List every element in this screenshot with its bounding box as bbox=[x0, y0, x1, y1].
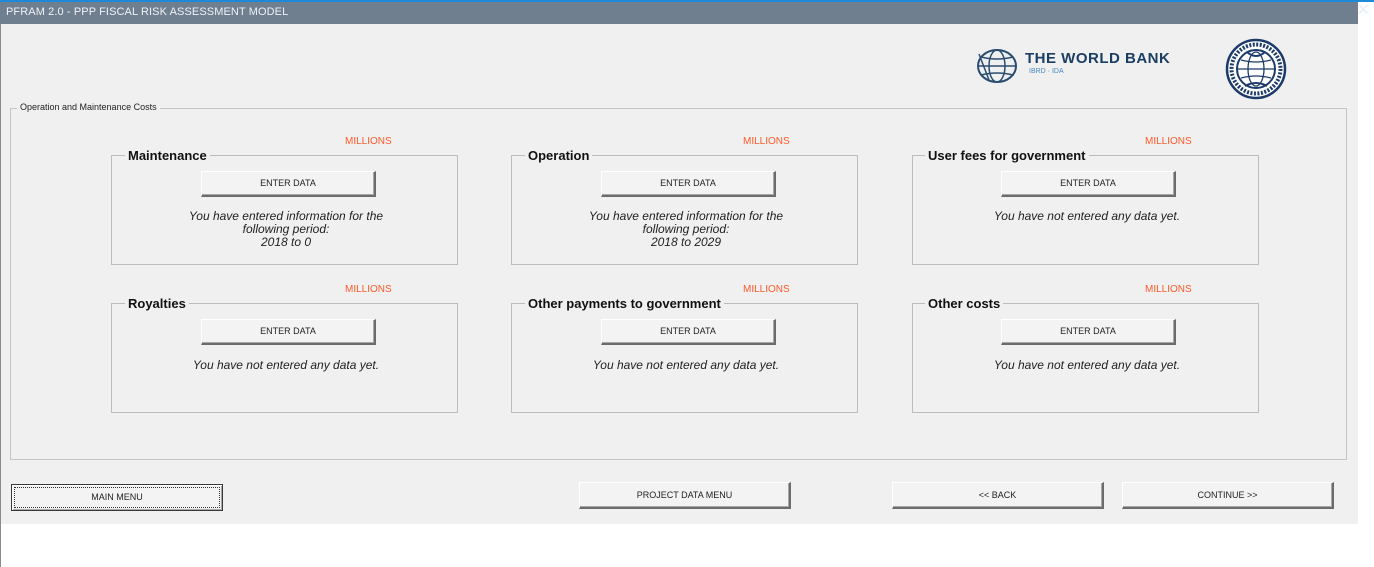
imf-seal-logo bbox=[1225, 38, 1287, 100]
main-menu-button[interactable]: MAIN MENU bbox=[11, 484, 223, 511]
continue-button[interactable]: CONTINUE >> bbox=[1122, 482, 1334, 509]
user-fees-enter-data-button[interactable]: ENTER DATA bbox=[1001, 171, 1176, 197]
user-fees-unit-label: MILLIONS bbox=[1145, 136, 1192, 147]
royalties-status-text: You have not entered any data yet. bbox=[192, 358, 380, 372]
other-payments-enter-data-button[interactable]: ENTER DATA bbox=[601, 319, 776, 345]
royalties-unit-label: MILLIONS bbox=[345, 284, 392, 295]
world-bank-logo: THE WORLD BANK IBRD · IDA bbox=[975, 44, 1215, 94]
other-costs-enter-data-button[interactable]: ENTER DATA bbox=[1001, 319, 1176, 345]
globe-icon bbox=[977, 49, 1017, 83]
other-payments-unit-label: MILLIONS bbox=[743, 284, 790, 295]
other-costs-title: Other costs bbox=[925, 296, 1004, 311]
project-data-menu-button[interactable]: PROJECT DATA MENU bbox=[579, 482, 791, 509]
form-panel: THE WORLD BANK IBRD · IDA Operation and … bbox=[1, 24, 1358, 524]
title-bar[interactable]: PFRAM 2.0 - PPP FISCAL RISK ASSESSMENT M… bbox=[0, 2, 1358, 24]
group-label: Operation and Maintenance Costs bbox=[17, 102, 160, 112]
world-bank-subtitle: IBRD · IDA bbox=[1029, 68, 1064, 75]
operation-status-text: You have entered information for the fol… bbox=[588, 209, 784, 249]
royalties-title: Royalties bbox=[125, 296, 189, 311]
back-button[interactable]: << BACK bbox=[892, 482, 1104, 509]
maintenance-status-text: You have entered information for the fol… bbox=[188, 209, 384, 249]
royalties-enter-data-button[interactable]: ENTER DATA bbox=[201, 319, 376, 345]
maintenance-enter-data-button[interactable]: ENTER DATA bbox=[201, 171, 376, 197]
close-icon[interactable]: ✕ bbox=[1357, 1, 1370, 21]
maintenance-unit-label: MILLIONS bbox=[345, 136, 392, 147]
other-payments-title: Other payments to government bbox=[525, 296, 724, 311]
operation-title: Operation bbox=[525, 148, 593, 163]
user-fees-title: User fees for government bbox=[925, 148, 1089, 163]
window-title: PFRAM 2.0 - PPP FISCAL RISK ASSESSMENT M… bbox=[6, 6, 289, 18]
imf-seal-icon bbox=[1225, 38, 1287, 100]
operation-enter-data-button[interactable]: ENTER DATA bbox=[601, 171, 776, 197]
other-payments-status-text: You have not entered any data yet. bbox=[592, 358, 780, 372]
world-bank-name: THE WORLD BANK bbox=[1025, 50, 1171, 67]
operation-unit-label: MILLIONS bbox=[743, 136, 790, 147]
other-costs-status-text: You have not entered any data yet. bbox=[993, 358, 1181, 372]
other-costs-unit-label: MILLIONS bbox=[1145, 284, 1192, 295]
user-fees-status-text: You have not entered any data yet. bbox=[993, 209, 1181, 223]
maintenance-title: Maintenance bbox=[125, 148, 210, 163]
